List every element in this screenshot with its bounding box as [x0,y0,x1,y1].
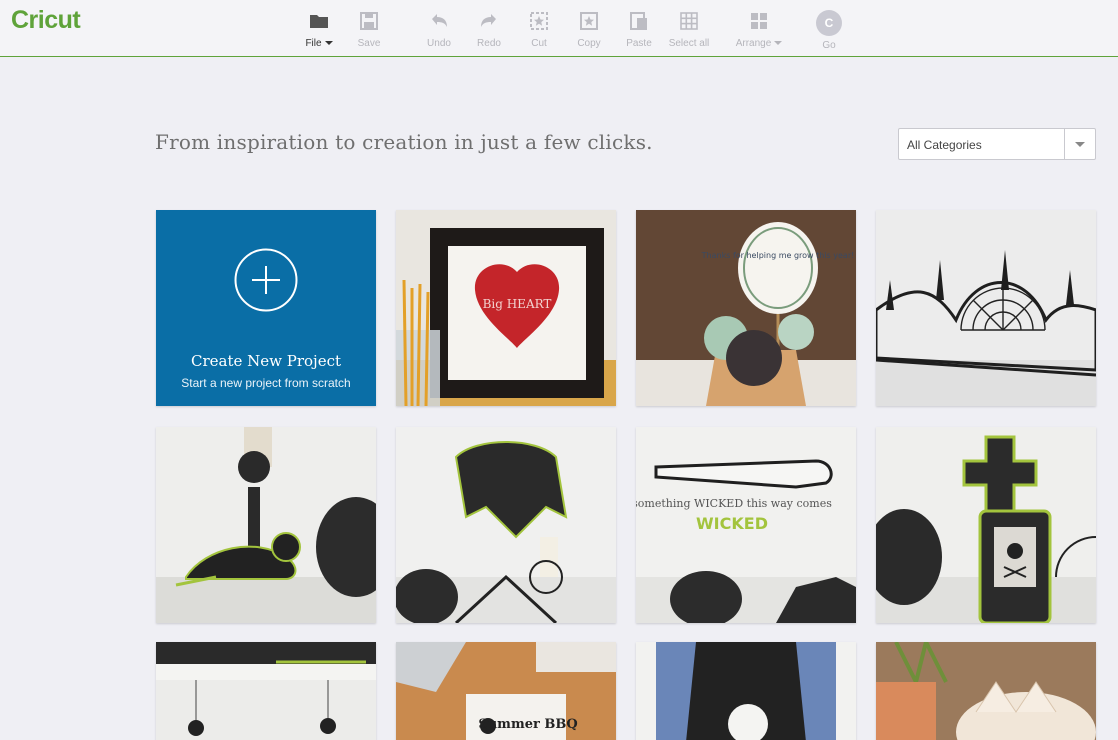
tombstone-skull-project-tile[interactable] [876,427,1096,623]
halloween-rat-project-tile[interactable] [156,427,376,623]
category-select-value: All Categories [907,138,982,152]
paste-icon [630,12,647,30]
chevron-down-icon [324,41,333,45]
select-all-icon [680,12,698,30]
page-headline: From inspiration to creation in just a f… [155,130,653,154]
arrange-label: Arrange [735,38,772,49]
file-label: File [305,38,322,49]
plus-circle-icon [234,248,298,312]
project-thumbnail-image: Big HEART [396,210,616,406]
go-button[interactable]: C Go [801,10,857,51]
redo-label: Redo [477,38,501,49]
arrange-menu-button[interactable]: Arrange [731,10,787,49]
cut-icon [530,12,548,30]
top-toolbar: Cricut File Save Undo Redo Cut Copy Past… [0,0,1118,57]
project-thumbnail-image [876,210,1096,406]
redo-icon [481,14,496,27]
copy-label: Copy [577,38,601,49]
undo-button[interactable]: Undo [411,10,467,49]
paper-flower-project-tile[interactable] [876,642,1096,740]
something-wicked-sign-project-tile[interactable]: something WICKED this way comes WICKED [636,427,856,623]
create-new-project-tile[interactable]: Create New Project Start a new project f… [156,210,376,406]
undo-label: Undo [427,38,451,49]
spiderweb-fence-project-tile[interactable] [876,210,1096,406]
go-label: Go [822,40,836,51]
project-thumbnail-image [396,427,616,623]
cut-label: Cut [531,38,547,49]
save-button[interactable]: Save [341,10,397,49]
project-thumbnail-image [636,642,856,740]
file-menu-button[interactable]: File [291,10,347,49]
select-all-label: Select all [668,38,710,49]
avatar: C [816,10,842,36]
project-thumbnail-image: something WICKED this way comes WICKED [636,427,856,623]
paste-button[interactable]: Paste [611,10,667,49]
tag-text: Thanks for helping me grow this year! [701,251,855,260]
project-thumbnail-image [156,642,376,740]
skull-apron-project-tile[interactable] [636,642,856,740]
project-thumbnail-image [876,642,1096,740]
chevron-down-icon [1075,141,1085,147]
select-all-button[interactable]: Select all [661,10,717,49]
cut-button[interactable]: Cut [511,10,567,49]
raven-wreath-project-tile[interactable] [396,427,616,623]
copy-button[interactable]: Copy [561,10,617,49]
svg-text:WICKED: WICKED [696,514,768,533]
logo-text: Cricut [11,5,81,34]
invite-text: Summer BBQ [478,717,577,732]
create-project-subtitle: Start a new project from scratch [181,376,351,390]
project-thumbnail-image [876,427,1096,623]
heart-text: Big HEART [483,297,552,311]
category-dropdown-toggle[interactable] [1064,129,1095,159]
cricut-logo[interactable]: Cricut [11,5,81,35]
arrange-icon [751,13,767,29]
folder-icon [310,15,328,28]
redo-button[interactable]: Redo [461,10,517,49]
create-project-title: Create New Project [191,352,341,370]
chevron-down-icon [774,41,783,45]
project-thumbnail-image: Thanks for helping me grow this year! [636,210,856,406]
project-thumbnail-image [156,427,376,623]
paste-label: Paste [626,38,652,49]
save-label: Save [357,38,381,49]
save-icon [360,12,378,30]
sign-text: something WICKED this way comes [636,497,832,510]
hanging-spiders-project-tile[interactable] [156,642,376,740]
framed-red-heart-project-tile[interactable]: Big HEART [396,210,616,406]
category-select[interactable]: All Categories [898,128,1096,160]
project-thumbnail-image: Summer BBQ [396,642,616,740]
undo-icon [432,14,447,27]
succulent-thank-you-project-tile[interactable]: Thanks for helping me grow this year! [636,210,856,406]
summer-bbq-invite-project-tile[interactable]: Summer BBQ [396,642,616,740]
copy-icon [580,12,598,30]
